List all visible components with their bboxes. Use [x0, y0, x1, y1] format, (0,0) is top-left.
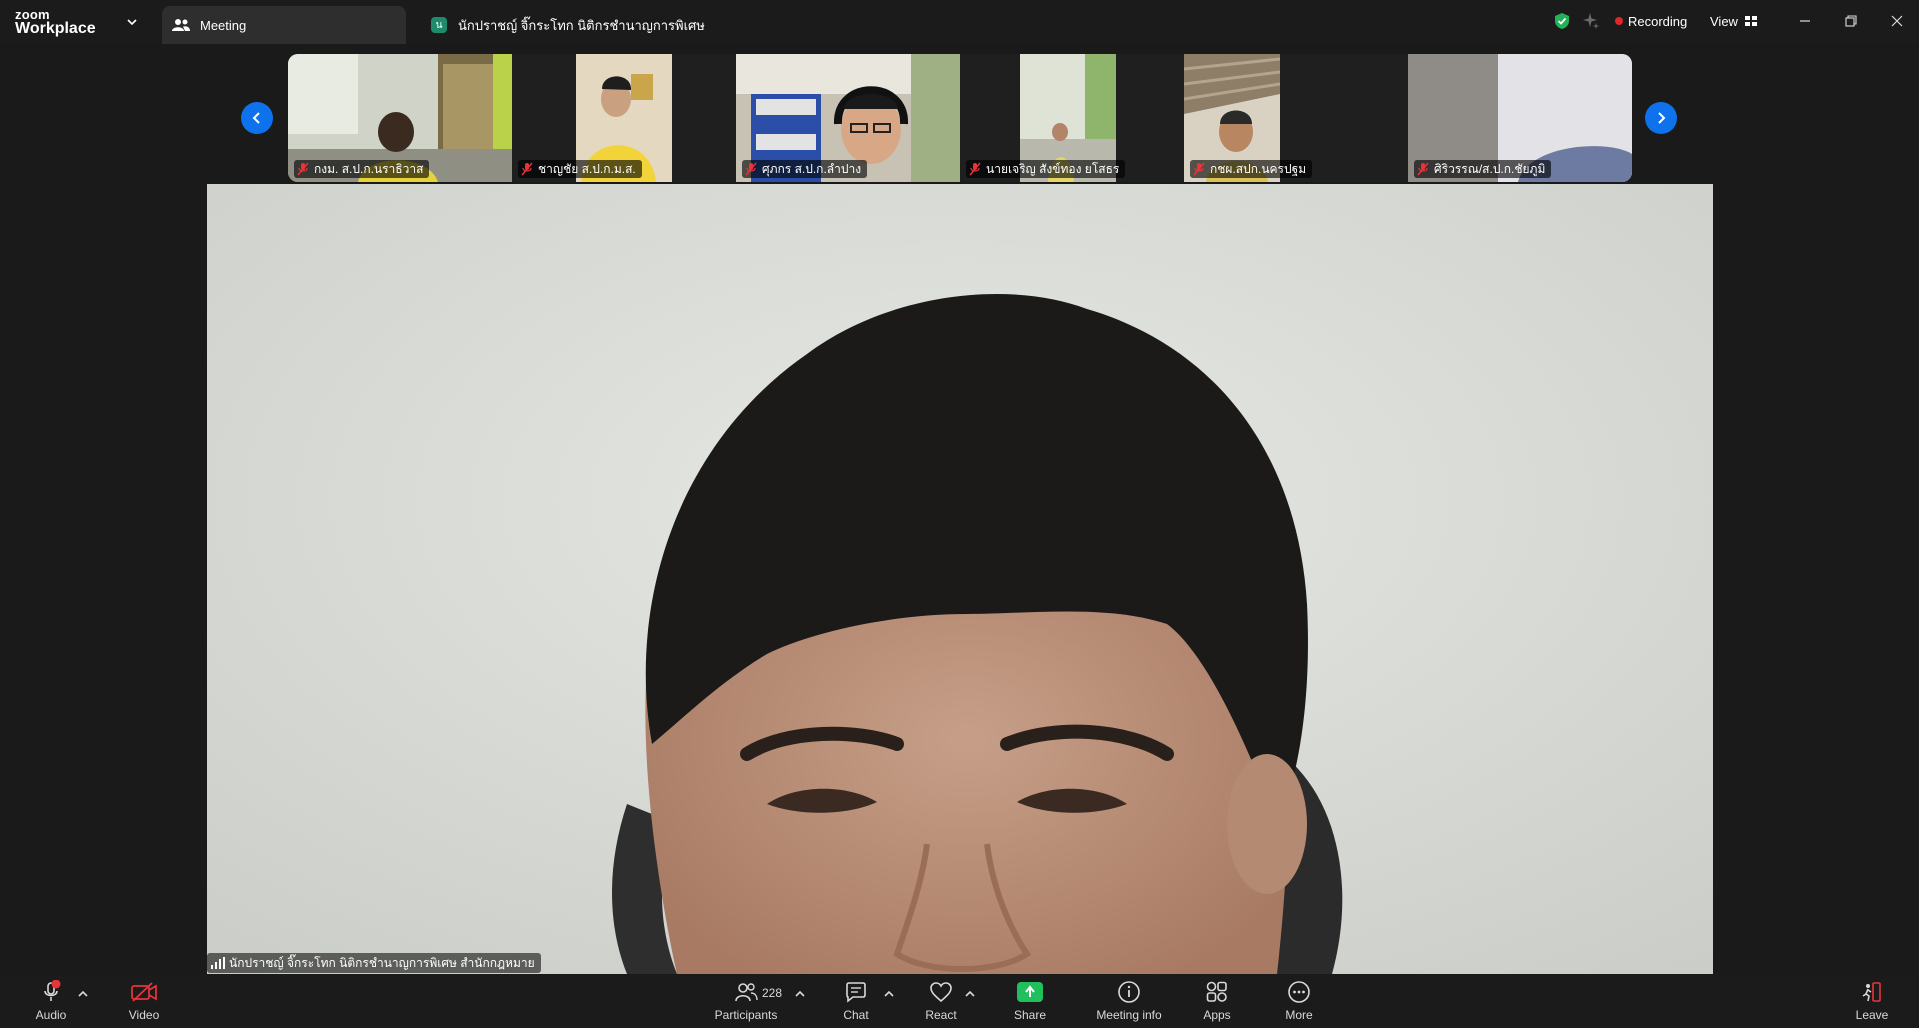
minimize-button[interactable]: [1791, 8, 1819, 34]
chat-label: Chat: [843, 1008, 869, 1022]
video-label: Video: [128, 1008, 160, 1022]
heart-icon: [926, 979, 956, 1005]
ai-companion-icon[interactable]: [1582, 8, 1606, 34]
connection-signal-icon: [211, 957, 225, 969]
more-icon: [1284, 979, 1314, 1005]
share-label: Share: [1013, 1008, 1047, 1022]
restore-button[interactable]: [1837, 8, 1865, 34]
zoom-workplace-menu[interactable]: zoom Workplace: [15, 5, 155, 39]
participant-name-tag: กชผ.สปก.นครปฐม: [1190, 160, 1313, 178]
react-label: React: [925, 1008, 957, 1022]
user-app-badge: น: [431, 17, 447, 33]
encryption-shield-icon[interactable]: [1554, 8, 1578, 34]
microphone-icon: [36, 979, 66, 1005]
muted-mic-icon: [297, 162, 309, 176]
participants-label: Participants: [714, 1008, 778, 1022]
participant-thumbnail[interactable]: นายเจริญ สังข์ทอง ยโสธร: [960, 54, 1184, 182]
muted-mic-icon: [1417, 162, 1429, 176]
chat-options-caret-icon[interactable]: [883, 989, 895, 999]
chevron-right-icon: [1658, 112, 1666, 124]
share-screen-icon: [1015, 979, 1045, 1005]
info-icon: [1114, 979, 1144, 1005]
zoom-meeting-window: zoom Workplace Meeting น นักปราชญ์ จิ๊กร…: [0, 0, 1919, 1028]
apps-label: Apps: [1203, 1008, 1231, 1022]
video-off-icon: [129, 979, 159, 1005]
view-button[interactable]: View: [1703, 8, 1768, 34]
participant-thumbnail[interactable]: ศิริวรรณ/ส.ป.ก.ชัยภูมิ: [1408, 54, 1632, 182]
participant-name: กงม. ส.ป.ก.นราธิวาส: [314, 161, 424, 176]
participant-name-tag: ศุภกร ส.ป.ก.ลำปาง: [742, 160, 868, 178]
participant-name-tag: ศิริวรรณ/ส.ป.ก.ชัยภูมิ: [1414, 160, 1552, 178]
muted-mic-icon: [969, 162, 981, 176]
participants-count: 228: [762, 986, 783, 1000]
audio-options-caret-icon[interactable]: [77, 989, 89, 999]
share-button[interactable]: Share: [1013, 979, 1047, 1025]
restore-icon: [1845, 15, 1857, 27]
tab-user-app-label: นักปราชญ์ จิ๊กระโทก นิติกรชำนาญการพิเศษ: [458, 17, 705, 33]
participant-thumbnail[interactable]: ชาญชัย ส.ป.ก.ม.ส.: [512, 54, 736, 182]
speaker-video-feed: [207, 184, 1713, 974]
participant-thumbnail[interactable]: กชผ.สปก.นครปฐม: [1184, 54, 1408, 182]
muted-mic-icon: [1193, 162, 1205, 176]
user-app-badge-icon: น: [430, 16, 448, 34]
apps-icon: [1202, 979, 1232, 1005]
participant-name: นายเจริญ สังข์ทอง ยโสธร: [986, 161, 1120, 176]
participant-name: ศิริวรรณ/ส.ป.ก.ชัยภูมิ: [1434, 161, 1546, 176]
tab-meeting-label: Meeting: [200, 17, 247, 33]
title-bar: zoom Workplace Meeting น นักปราชญ์ จิ๊กร…: [0, 0, 1919, 44]
recording-dot-icon: [1615, 17, 1623, 25]
participant-thumbnail-strip: กงม. ส.ป.ก.นราธิวาส ชาญชัย ส.ป.ก.ม.ส. ศุ…: [288, 54, 1632, 182]
active-speaker-video[interactable]: [207, 184, 1713, 974]
minimize-icon: [1800, 20, 1810, 22]
recording-indicator[interactable]: Recording: [1615, 8, 1687, 34]
chevron-left-icon: [252, 112, 260, 124]
participant-name: ชาญชัย ส.ป.ก.ม.ส.: [538, 161, 636, 176]
active-speaker-name-tag: นักปราชญ์ จิ๊กระโทก นิติกรชำนาญการพิเศษ …: [207, 953, 541, 973]
react-button[interactable]: React: [925, 979, 957, 1025]
leave-button[interactable]: Leave: [1855, 979, 1889, 1025]
brand-logo-bottom: Workplace: [15, 20, 96, 37]
active-speaker-name: นักปราชญ์ จิ๊กระโทก นิติกรชำนาญการพิเศษ …: [229, 955, 535, 970]
apps-button[interactable]: Apps: [1202, 979, 1232, 1025]
participant-name: กชผ.สปก.นครปฐม: [1210, 161, 1307, 176]
view-label: View: [1710, 13, 1738, 29]
participant-name-tag: ชาญชัย ส.ป.ก.ม.ส.: [518, 160, 642, 178]
tab-meeting[interactable]: Meeting: [162, 6, 406, 44]
more-button[interactable]: More: [1284, 979, 1314, 1025]
next-page-button[interactable]: [1645, 102, 1677, 134]
meeting-info-label: Meeting info: [1096, 1008, 1162, 1022]
chevron-down-icon: [127, 19, 137, 26]
leave-label: Leave: [1855, 1008, 1889, 1022]
participant-thumbnail[interactable]: ศุภกร ส.ป.ก.ลำปาง: [736, 54, 960, 182]
participant-name: ศุภกร ส.ป.ก.ลำปาง: [762, 161, 862, 176]
muted-mic-icon: [521, 162, 533, 176]
participant-thumbnail[interactable]: กงม. ส.ป.ก.นราธิวาส: [288, 54, 512, 182]
participant-name-tag: กงม. ส.ป.ก.นราธิวาส: [294, 160, 430, 178]
recording-label: Recording: [1628, 13, 1688, 29]
participants-options-caret-icon[interactable]: [794, 989, 806, 999]
more-label: More: [1285, 1008, 1313, 1022]
muted-mic-icon: [745, 162, 757, 176]
tab-user-app[interactable]: น นักปราชญ์ จิ๊กระโทก นิติกรชำนาญการพิเศ…: [420, 6, 720, 44]
meeting-info-button[interactable]: Meeting info: [1094, 979, 1164, 1025]
close-icon: [1891, 15, 1903, 27]
people-icon: [172, 16, 190, 34]
participant-name-tag: นายเจริญ สังข์ทอง ยโสธร: [966, 160, 1126, 178]
audio-label: Audio: [35, 1008, 67, 1022]
audio-button[interactable]: Audio: [36, 979, 66, 1025]
react-options-caret-icon[interactable]: [964, 989, 976, 999]
close-button[interactable]: [1883, 8, 1911, 34]
previous-page-button[interactable]: [241, 102, 273, 134]
video-button[interactable]: Video: [129, 979, 159, 1025]
meeting-controls-toolbar: Audio Video Participants 228 Chat React …: [0, 975, 1919, 1028]
participants-icon: [731, 979, 761, 1005]
leave-icon: [1857, 979, 1887, 1005]
chat-button[interactable]: Chat: [841, 979, 871, 1025]
chat-icon: [841, 979, 871, 1005]
grid-view-icon: [1744, 16, 1757, 26]
